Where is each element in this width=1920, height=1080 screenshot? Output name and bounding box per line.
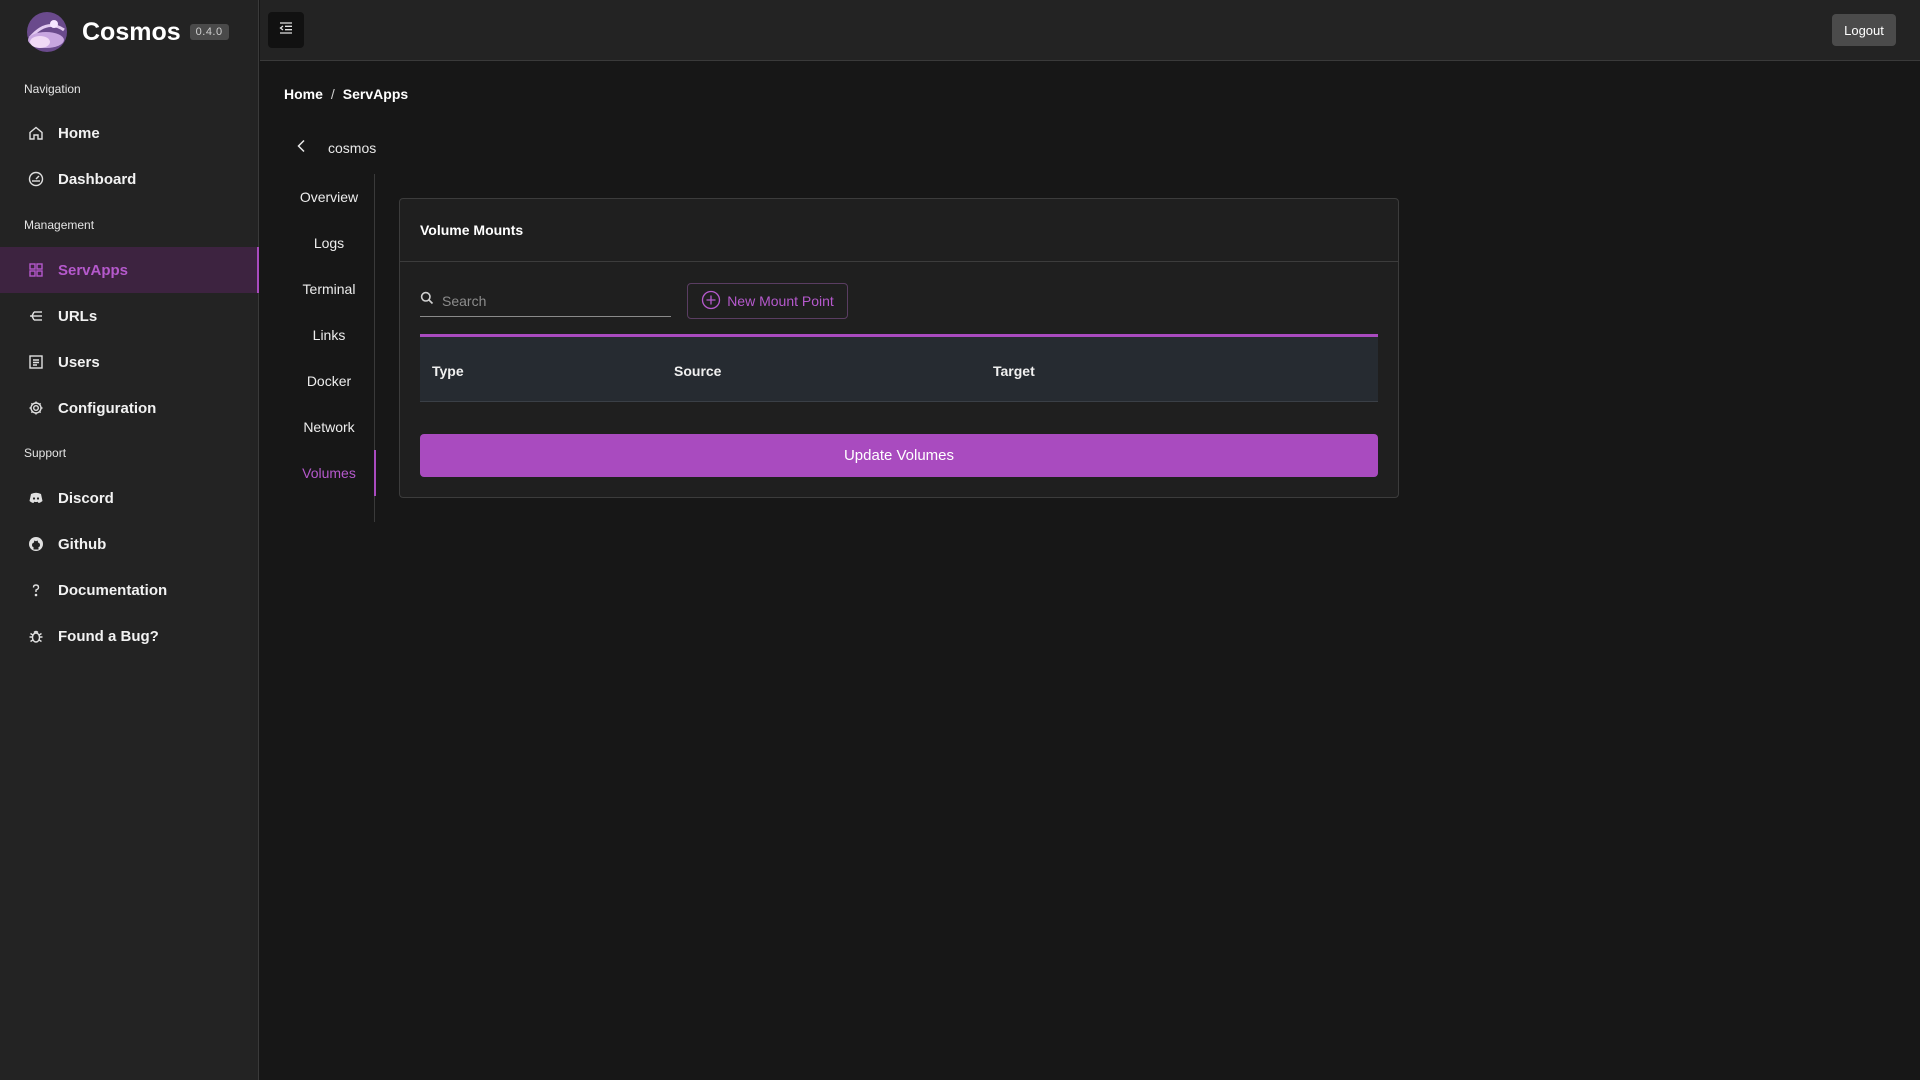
users-icon <box>27 353 45 371</box>
sidebar-item-label: Users <box>58 353 100 371</box>
card-title: Volume Mounts <box>400 199 1398 262</box>
dashboard-icon <box>27 170 45 188</box>
sidebar-item-label: Found a Bug? <box>58 627 159 645</box>
version-badge: 0.4.0 <box>189 24 229 40</box>
tab-network[interactable]: Network <box>284 404 374 450</box>
tab-links[interactable]: Links <box>284 312 374 358</box>
sidebar: Cosmos 0.4.0 Navigation Home Dashboard M… <box>0 0 259 1080</box>
sidebar-item-github[interactable]: Github <box>0 521 259 567</box>
sidebar-item-label: URLs <box>58 307 98 325</box>
menu-toggle-button[interactable] <box>268 12 304 48</box>
github-icon <box>27 535 45 553</box>
section-title-navigation: Navigation <box>24 82 81 96</box>
sidebar-item-documentation[interactable]: Documentation <box>0 567 259 613</box>
sidebar-item-label: Documentation <box>58 581 168 599</box>
cosmos-logo <box>27 12 67 52</box>
plus-circle-icon <box>701 290 721 313</box>
sidebar-item-found-a-bug[interactable]: Found a Bug? <box>0 613 259 659</box>
servapp-tabs: Overview Logs Terminal Links Docker Netw… <box>284 174 376 522</box>
tab-logs[interactable]: Logs <box>284 220 374 266</box>
gear-icon <box>27 399 45 417</box>
search-icon <box>420 291 434 310</box>
back-button[interactable] <box>292 138 312 158</box>
sidebar-item-servapps[interactable]: ServApps <box>0 247 259 293</box>
volume-toolbar: New Mount Point <box>420 283 848 319</box>
breadcrumb-separator: / <box>330 86 335 102</box>
logout-button[interactable]: Logout <box>1832 14 1896 46</box>
sidebar-item-label: Dashboard <box>58 170 137 188</box>
sidebar-item-label: Github <box>58 535 107 553</box>
sidebar-item-urls[interactable]: URLs <box>0 293 259 339</box>
top-header: Logout <box>260 0 1920 61</box>
tab-overview[interactable]: Overview <box>284 174 374 220</box>
sidebar-item-label: ServApps <box>58 261 129 279</box>
tab-terminal[interactable]: Terminal <box>284 266 374 312</box>
sidebar-item-label: Configuration <box>58 399 157 417</box>
app-name: cosmos <box>328 140 377 156</box>
update-volumes-button[interactable]: Update Volumes <box>420 434 1378 477</box>
brand[interactable]: Cosmos 0.4.0 <box>24 10 229 54</box>
search-field[interactable] <box>420 285 671 317</box>
brand-name: Cosmos <box>82 17 181 46</box>
section-title-management: Management <box>24 218 95 232</box>
sidebar-item-dashboard[interactable]: Dashboard <box>0 156 259 202</box>
new-mount-point-label: New Mount Point <box>727 293 834 309</box>
tab-docker[interactable]: Docker <box>284 358 374 404</box>
volumes-table: Type Source Target <box>420 334 1378 402</box>
tab-volumes[interactable]: Volumes <box>284 450 376 496</box>
home-icon <box>27 124 45 142</box>
breadcrumb: Home / ServApps <box>284 86 408 102</box>
column-header-target[interactable]: Target <box>993 363 1035 379</box>
sidebar-item-label: Home <box>58 124 100 142</box>
sidebar-item-configuration[interactable]: Configuration <box>0 385 259 431</box>
search-input[interactable] <box>442 292 662 309</box>
section-title-support: Support <box>24 446 67 460</box>
volume-mounts-card: Volume Mounts New Mount Point Type Sourc… <box>399 198 1399 498</box>
question-icon <box>27 581 45 599</box>
column-header-type[interactable]: Type <box>432 363 464 379</box>
menu-collapse-icon <box>278 20 294 41</box>
sidebar-item-users[interactable]: Users <box>0 339 259 385</box>
breadcrumb-home-link[interactable]: Home <box>284 86 323 102</box>
routes-icon <box>27 307 45 325</box>
new-mount-point-button[interactable]: New Mount Point <box>687 283 848 319</box>
sidebar-item-label: Discord <box>58 489 114 507</box>
sidebar-item-home[interactable]: Home <box>0 110 259 156</box>
app-title-row: cosmos <box>292 138 376 158</box>
breadcrumb-current: ServApps <box>342 86 409 102</box>
column-header-source[interactable]: Source <box>674 363 721 379</box>
bug-icon <box>27 627 45 645</box>
discord-icon <box>27 489 45 507</box>
sidebar-item-discord[interactable]: Discord <box>0 475 259 521</box>
chevron-left-icon <box>296 139 308 158</box>
grid-icon <box>27 261 45 279</box>
